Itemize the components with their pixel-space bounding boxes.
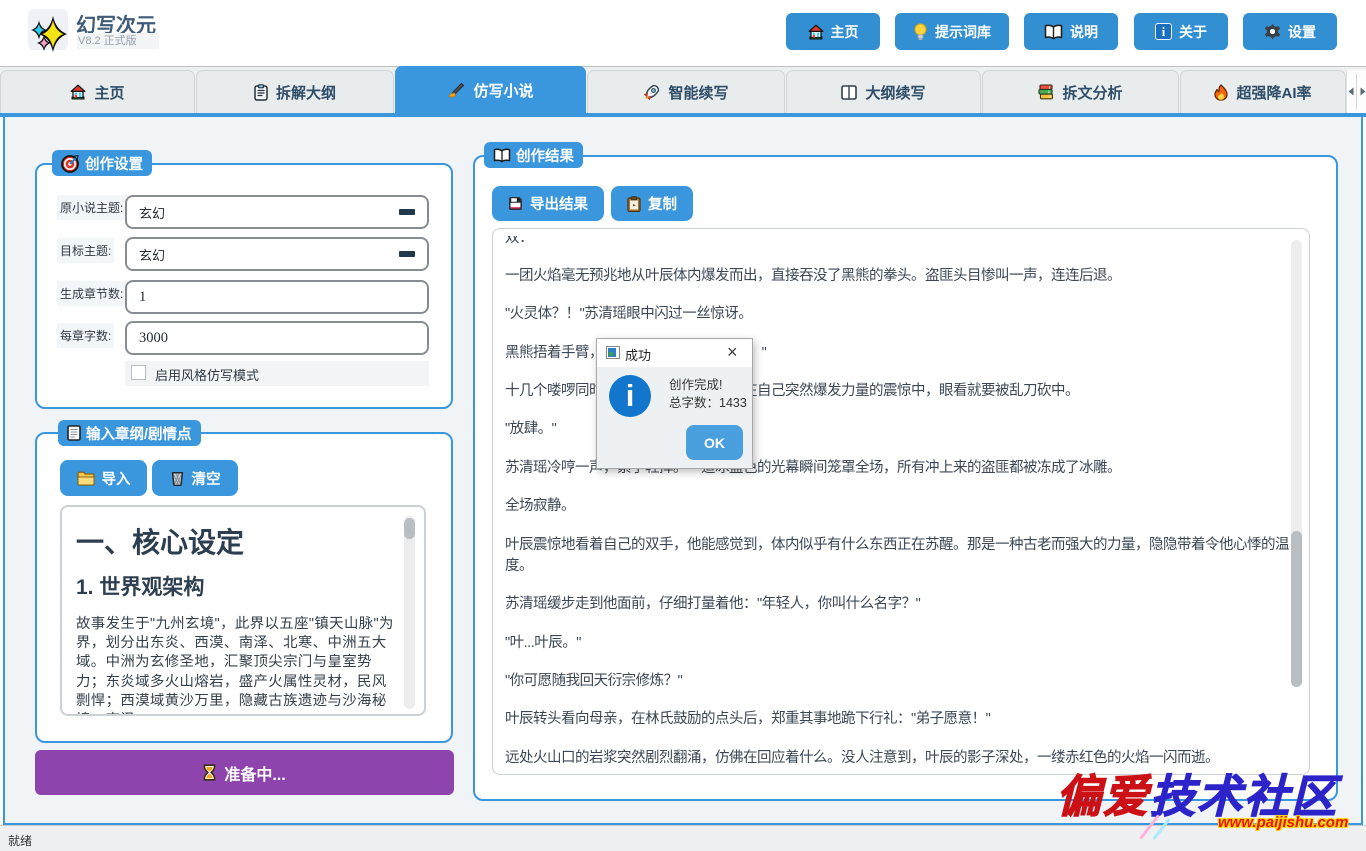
svg-text:i: i: [1162, 25, 1166, 39]
